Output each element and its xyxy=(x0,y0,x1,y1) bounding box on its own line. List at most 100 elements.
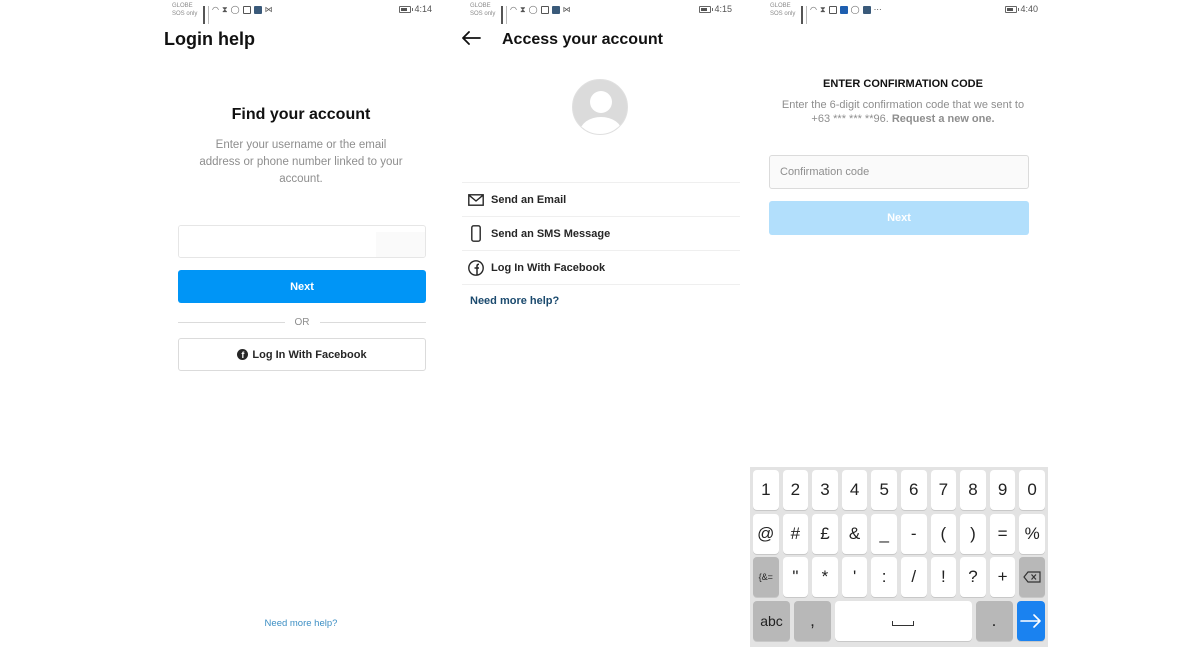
key-1[interactable]: 1 xyxy=(753,470,779,510)
battery-icon xyxy=(399,5,414,13)
carrier-status: SOS only xyxy=(172,11,198,17)
abc-toggle-key[interactable]: abc xyxy=(753,600,790,641)
key-u47[interactable]: / xyxy=(900,557,927,597)
backspace-icon xyxy=(1023,571,1041,583)
symbols-toggle-key[interactable]: {&= xyxy=(753,557,779,597)
status-right: 4:14 xyxy=(399,4,432,14)
keyboard-row-numbers: 1234567890 xyxy=(752,470,1046,510)
signal-icon xyxy=(801,6,803,24)
page-title: Access your account xyxy=(502,31,663,48)
request-new-code-link[interactable]: Request a new one. xyxy=(892,113,995,125)
backspace-key[interactable] xyxy=(1019,557,1045,597)
find-account-description: Enter your username or the email address… xyxy=(199,139,403,185)
username-field[interactable] xyxy=(178,225,426,258)
option-label: Send an Email xyxy=(491,193,567,206)
photo-notification-icon xyxy=(253,5,262,14)
input-clear-area[interactable] xyxy=(376,232,425,257)
or-label: OR xyxy=(294,316,310,328)
carrier-name: GLOBE xyxy=(470,3,491,9)
carrier-label: GLOBE SOS only xyxy=(172,2,197,18)
find-account-heading: Find your account xyxy=(231,106,371,123)
mail-icon xyxy=(468,192,484,208)
key-9[interactable]: 9 xyxy=(989,470,1016,510)
gmail-icon: ⋈ xyxy=(264,5,273,14)
arrow-left-icon[interactable] xyxy=(461,28,481,50)
key-7[interactable]: 7 xyxy=(930,470,957,510)
avatar-body xyxy=(580,117,622,134)
key-u43[interactable]: + xyxy=(989,557,1016,597)
wifi-icon: ◠ xyxy=(212,5,219,14)
page-title: Login help xyxy=(164,29,255,49)
next-button[interactable]: Next xyxy=(178,270,426,303)
key-u95[interactable]: _ xyxy=(871,513,897,554)
send-email-option[interactable]: Send an Email xyxy=(462,183,740,217)
key-u34[interactable]: " xyxy=(782,557,809,597)
message-notification-icon xyxy=(828,5,837,14)
key-u61[interactable]: = xyxy=(989,513,1016,554)
arrow-right-icon xyxy=(1019,613,1041,628)
keyboard-row-symbols-2: {&= " * ': /!? + xyxy=(752,557,1046,597)
key-0[interactable]: 0 xyxy=(1019,470,1045,510)
key-u44[interactable]: , xyxy=(793,600,831,641)
recovery-options-list: Send an Email Send an SMS Message Log In… xyxy=(462,182,740,285)
key-2[interactable]: 2 xyxy=(782,470,809,510)
clock: 4:15 xyxy=(714,4,732,14)
clock: 4:14 xyxy=(414,4,432,14)
carrier-label: GLOBE SOS only xyxy=(770,2,795,18)
key-u45[interactable]: - xyxy=(900,513,927,554)
signal-2-icon xyxy=(505,6,507,24)
on-screen-keyboard: 1234567890 @ # £ & _ -() =% {&= " * ': /!? + abc,. xyxy=(750,467,1048,647)
key-u33[interactable]: ! xyxy=(930,557,957,597)
key-u39[interactable]: ' xyxy=(841,557,868,597)
send-sms-option[interactable]: Send an SMS Message xyxy=(462,217,740,251)
key-u64[interactable]: @ xyxy=(753,513,779,554)
signal-icon xyxy=(203,6,205,24)
key-8[interactable]: 8 xyxy=(960,470,986,510)
space-icon xyxy=(892,621,915,626)
photo-notification-icon xyxy=(862,5,871,14)
facebook-login-button[interactable]: f Log In With Facebook xyxy=(178,338,426,371)
keyboard-row-bottom: abc,. xyxy=(752,600,1046,641)
wifi-icon: ◠ xyxy=(810,5,817,14)
carrier-name: GLOBE xyxy=(172,3,193,9)
status-bar: GLOBE SOS only ◠ ⧗ ◯ ⋈ 4:15 xyxy=(458,0,742,24)
hourglass-icon: ⧗ xyxy=(221,5,228,14)
login-help-screen: GLOBE SOS only ◠ ⧗ ◯ ⋈ 4:14 Login help F… xyxy=(160,0,442,647)
facebook-login-option[interactable]: Log In With Facebook xyxy=(462,251,740,285)
need-more-help-link[interactable]: Need more help? xyxy=(160,618,442,629)
clock: 4:40 xyxy=(1020,4,1038,14)
avatar-head xyxy=(590,91,612,113)
carrier-name: GLOBE xyxy=(770,3,791,9)
battery-icon xyxy=(1005,5,1020,13)
key-u63[interactable]: ? xyxy=(960,557,986,597)
key-u37[interactable]: % xyxy=(1019,513,1045,554)
key-6[interactable]: 6 xyxy=(900,470,927,510)
app-notification-icon xyxy=(540,5,549,14)
whatsapp-icon: ◯ xyxy=(850,5,860,14)
key-u42[interactable]: * xyxy=(812,557,838,597)
app-notification-icon xyxy=(242,5,251,14)
key-u41[interactable]: ) xyxy=(960,513,986,554)
confirmation-heading: ENTER CONFIRMATION CODE xyxy=(823,78,983,90)
status-icons: ◠ ⧗ ◯ ⋈ xyxy=(203,5,273,24)
key-u163[interactable]: £ xyxy=(812,513,838,554)
key-u38[interactable]: & xyxy=(841,513,868,554)
confirmation-code-screen: GLOBE SOS only ◠ ⧗ ◯ ⋯ 4:40 ENTER CONFIR… xyxy=(750,0,1048,647)
more-notifications-icon: ⋯ xyxy=(873,5,882,14)
next-button-disabled[interactable]: Next xyxy=(769,201,1029,235)
enter-key[interactable] xyxy=(1016,600,1045,641)
key-5[interactable]: 5 xyxy=(871,470,897,510)
option-label: Log In With Facebook xyxy=(491,261,606,274)
confirmation-code-input[interactable] xyxy=(769,155,1029,189)
space-key[interactable] xyxy=(834,600,972,641)
key-u40[interactable]: ( xyxy=(930,513,957,554)
key-u46[interactable]: . xyxy=(975,600,1013,641)
need-more-help-link[interactable]: Need more help? xyxy=(470,295,559,307)
key-4[interactable]: 4 xyxy=(841,470,868,510)
key-3[interactable]: 3 xyxy=(812,470,838,510)
username-input[interactable] xyxy=(179,226,377,257)
key-u58[interactable]: : xyxy=(871,557,897,597)
key-u35[interactable]: # xyxy=(782,513,809,554)
status-bar: GLOBE SOS only ◠ ⧗ ◯ ⋯ 4:40 xyxy=(758,0,1048,24)
access-account-screen: GLOBE SOS only ◠ ⧗ ◯ ⋈ 4:15 Access your … xyxy=(458,0,742,647)
